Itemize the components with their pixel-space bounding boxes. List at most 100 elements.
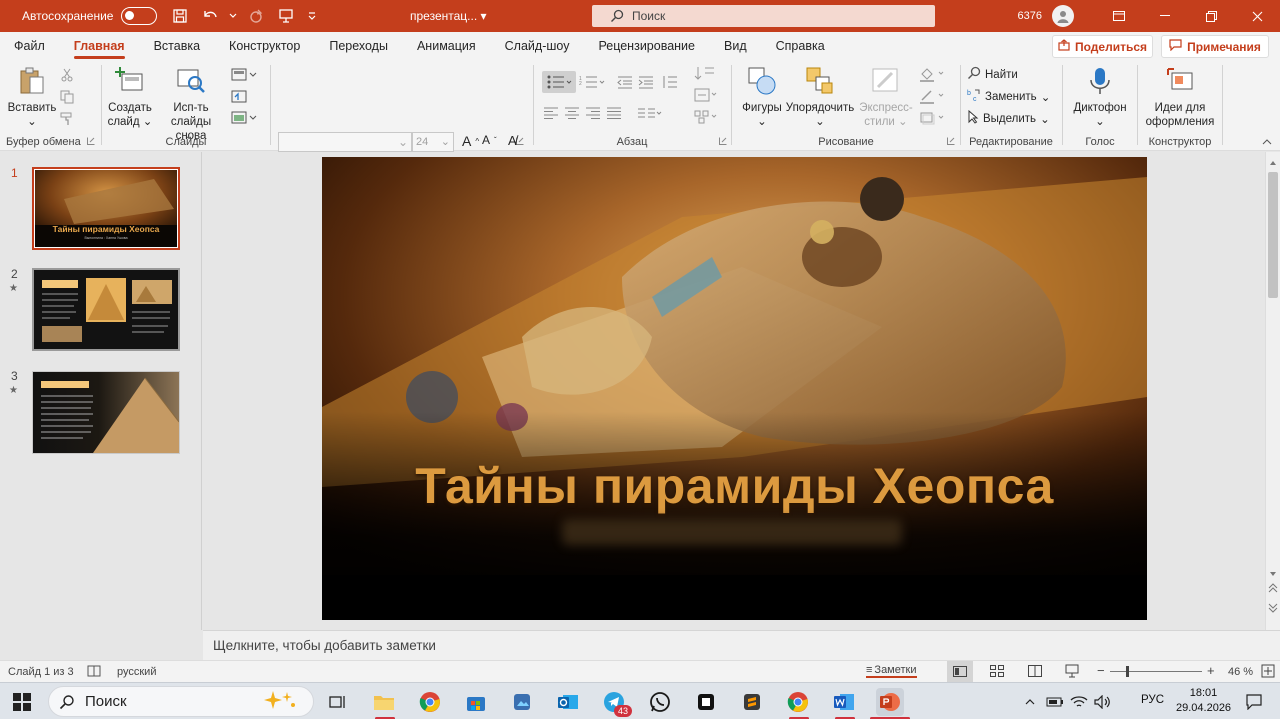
- tab-view[interactable]: Вид: [724, 32, 747, 60]
- powerpoint-taskbar-icon[interactable]: [876, 688, 904, 716]
- chrome-profile-icon[interactable]: [784, 688, 812, 716]
- microsoft-store-icon[interactable]: [462, 688, 490, 716]
- share-button[interactable]: Поделиться: [1052, 35, 1153, 58]
- vertical-scrollbar[interactable]: [1265, 152, 1280, 630]
- tab-review[interactable]: Рецензирование: [598, 32, 695, 60]
- clear-format-icon[interactable]: A̸: [508, 133, 517, 148]
- wifi-icon[interactable]: [1068, 688, 1090, 716]
- slide-sorter-icon[interactable]: [990, 665, 1004, 680]
- reuse-slides-button[interactable]: Исп-ть слайды снова: [154, 65, 228, 143]
- zoom-slider-thumb[interactable]: [1126, 666, 1129, 677]
- notifications-icon[interactable]: [1240, 688, 1268, 716]
- show-hidden-icons[interactable]: [1022, 688, 1038, 716]
- select-button[interactable]: Выделить ⌄: [967, 109, 1050, 127]
- tab-home[interactable]: Главная: [73, 32, 125, 60]
- slide-thumbnail-1[interactable]: Тайны пирамиды Хеопса Выполнила : Ханна …: [32, 167, 180, 250]
- clock[interactable]: 18:01 29.04.2026: [1176, 686, 1231, 716]
- section-icon[interactable]: [230, 109, 258, 127]
- slide-thumbnail-3[interactable]: [32, 371, 180, 454]
- minimize-icon[interactable]: [1142, 0, 1188, 32]
- volume-icon[interactable]: [1092, 688, 1114, 716]
- font-family-select[interactable]: ⌄: [278, 132, 412, 152]
- notes-pane[interactable]: Щелкните, чтобы добавить заметки: [203, 630, 1280, 660]
- next-slide-icon[interactable]: [1268, 602, 1278, 617]
- increase-indent-icon[interactable]: [637, 73, 655, 91]
- tab-animations[interactable]: Анимация: [417, 32, 476, 60]
- collapse-ribbon-icon[interactable]: [1258, 133, 1276, 151]
- format-painter-icon[interactable]: [58, 110, 76, 128]
- chrome-icon[interactable]: [416, 688, 444, 716]
- arrange-button[interactable]: Упорядочить ⌄: [784, 65, 856, 129]
- tab-file[interactable]: Файл: [14, 32, 45, 60]
- customize-qat-icon[interactable]: [303, 3, 321, 29]
- ribbon-display-icon[interactable]: [1096, 0, 1142, 32]
- sublime-text-icon[interactable]: [738, 688, 766, 716]
- replace-button[interactable]: b c Заменить ⌄: [967, 88, 1050, 105]
- notes-toggle-button[interactable]: ≡ Заметки: [866, 664, 917, 678]
- align-left-icon[interactable]: [542, 104, 560, 122]
- whatsapp-icon[interactable]: [646, 688, 674, 716]
- paste-button[interactable]: Вставить ⌄: [6, 65, 58, 129]
- presentation-icon[interactable]: [273, 3, 299, 29]
- scroll-down-icon[interactable]: [1269, 566, 1277, 580]
- word-icon[interactable]: [830, 688, 858, 716]
- redo-icon[interactable]: [243, 3, 269, 29]
- scrollbar-thumb[interactable]: [1268, 172, 1278, 298]
- font-size-select[interactable]: 24 ⌄: [412, 132, 454, 152]
- slide-thumbnail-2[interactable]: [32, 268, 180, 351]
- tab-slideshow[interactable]: Слайд-шоу: [505, 32, 570, 60]
- shape-outline-icon[interactable]: [918, 87, 948, 105]
- search-box[interactable]: Поиск: [592, 5, 935, 27]
- scroll-up-icon[interactable]: [1269, 155, 1277, 169]
- columns-icon[interactable]: [636, 104, 664, 122]
- text-direction-icon[interactable]: [692, 64, 720, 82]
- slide-canvas[interactable]: Тайны пирамиды Хеопса: [322, 157, 1147, 620]
- restore-icon[interactable]: [1188, 0, 1234, 32]
- dialog-launcher-icon[interactable]: [946, 136, 956, 146]
- file-explorer-icon[interactable]: [370, 688, 398, 716]
- slide-subtitle-blurred[interactable]: [562, 519, 902, 545]
- cut-icon[interactable]: [58, 66, 76, 84]
- smartart-icon[interactable]: [692, 108, 720, 126]
- taskbar-search[interactable]: Поиск: [48, 686, 314, 717]
- normal-view-icon[interactable]: [947, 661, 973, 682]
- reset-slide-icon[interactable]: [230, 87, 248, 105]
- find-button[interactable]: Найти: [967, 66, 1018, 83]
- align-right-icon[interactable]: [584, 104, 602, 122]
- slideshow-icon[interactable]: [1065, 664, 1079, 681]
- increase-font-icon[interactable]: A ^: [462, 133, 479, 149]
- chevron-down-icon[interactable]: [227, 3, 239, 29]
- slide-title[interactable]: Тайны пирамиды Хеопса: [322, 457, 1147, 515]
- reading-view-icon[interactable]: [1028, 665, 1042, 680]
- decrease-indent-icon[interactable]: [616, 73, 634, 91]
- line-spacing-icon[interactable]: [661, 73, 679, 91]
- decrease-font-icon[interactable]: Aˇ: [482, 133, 497, 147]
- bullets-icon[interactable]: [542, 71, 576, 93]
- previous-slide-icon[interactable]: [1268, 582, 1278, 597]
- outlook-icon[interactable]: [554, 688, 582, 716]
- layout-icon[interactable]: [230, 66, 258, 84]
- zoom-in-icon[interactable]: +: [1207, 663, 1215, 678]
- zoom-level[interactable]: 46 %: [1228, 666, 1253, 678]
- align-text-icon[interactable]: [692, 86, 720, 104]
- tab-transitions[interactable]: Переходы: [329, 32, 388, 60]
- shape-fill-icon[interactable]: [918, 65, 948, 83]
- language-indicator[interactable]: русский: [117, 666, 156, 678]
- tab-insert[interactable]: Вставка: [154, 32, 200, 60]
- shapes-button[interactable]: Фигуры ⌄: [740, 65, 784, 129]
- numbering-icon[interactable]: 12: [578, 73, 606, 91]
- undo-icon[interactable]: [197, 3, 223, 29]
- comments-button[interactable]: Примечания: [1161, 35, 1269, 58]
- new-slide-button[interactable]: Создать слайд ⌄: [106, 65, 154, 129]
- quick-styles-button[interactable]: Экспресс-стили ⌄: [856, 65, 916, 129]
- notion-icon[interactable]: [692, 688, 720, 716]
- dictate-button[interactable]: Диктофон ⌄: [1067, 65, 1133, 129]
- fit-slide-icon[interactable]: [1261, 664, 1275, 681]
- accessibility-icon[interactable]: [87, 664, 101, 681]
- zoom-slider[interactable]: [1110, 671, 1202, 672]
- slide-indicator[interactable]: Слайд 1 из 3: [8, 666, 74, 678]
- design-ideas-button[interactable]: Идеи для оформления: [1142, 65, 1218, 129]
- avatar[interactable]: [1052, 5, 1074, 27]
- autosave-toggle[interactable]: [121, 7, 158, 25]
- save-icon[interactable]: [167, 3, 193, 29]
